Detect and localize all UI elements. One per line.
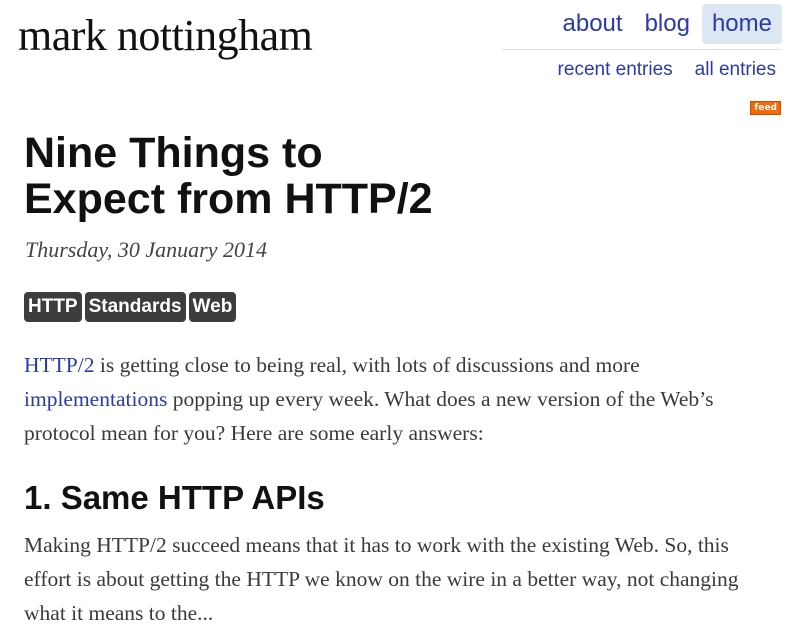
main-nav: about blog home bbox=[553, 4, 782, 44]
nav-all-entries-link[interactable]: all entries bbox=[683, 56, 786, 84]
tag-standards[interactable]: Standards bbox=[84, 292, 186, 322]
intro-text-1: is getting close to being real, with lot… bbox=[94, 353, 640, 377]
tag-web[interactable]: Web bbox=[188, 292, 237, 322]
nav-recent-entries-link[interactable]: recent entries bbox=[546, 56, 683, 84]
section-heading: 1. Same HTTP APIs bbox=[24, 479, 325, 516]
post-title-line2: Expect from HTTP/2 bbox=[24, 175, 433, 223]
tag-http[interactable]: HTTP bbox=[24, 292, 82, 322]
http2-link[interactable]: HTTP/2 bbox=[24, 353, 94, 377]
post-date: Thursday, 30 January 2014 bbox=[25, 237, 267, 262]
nav-divider bbox=[502, 49, 782, 50]
post-title-line1: Nine Things to bbox=[24, 129, 323, 177]
feed-badge[interactable]: feed bbox=[750, 101, 781, 115]
sub-nav: recent entries all entries bbox=[546, 56, 786, 84]
implementations-link[interactable]: implementations bbox=[24, 387, 167, 411]
nav-home-link[interactable]: home bbox=[701, 4, 782, 44]
nav-blog-link[interactable]: blog bbox=[635, 4, 700, 44]
tag-list: HTTP Standards Web bbox=[24, 292, 237, 322]
post-title: Nine Things to Expect from HTTP/2 bbox=[24, 130, 544, 222]
section-body: Making HTTP/2 succeed means that it has … bbox=[24, 533, 739, 625]
site-title[interactable]: mark nottingham bbox=[18, 8, 313, 64]
intro-paragraph: HTTP/2 is getting close to being real, w… bbox=[24, 348, 764, 450]
nav-about-link[interactable]: about bbox=[553, 4, 633, 44]
